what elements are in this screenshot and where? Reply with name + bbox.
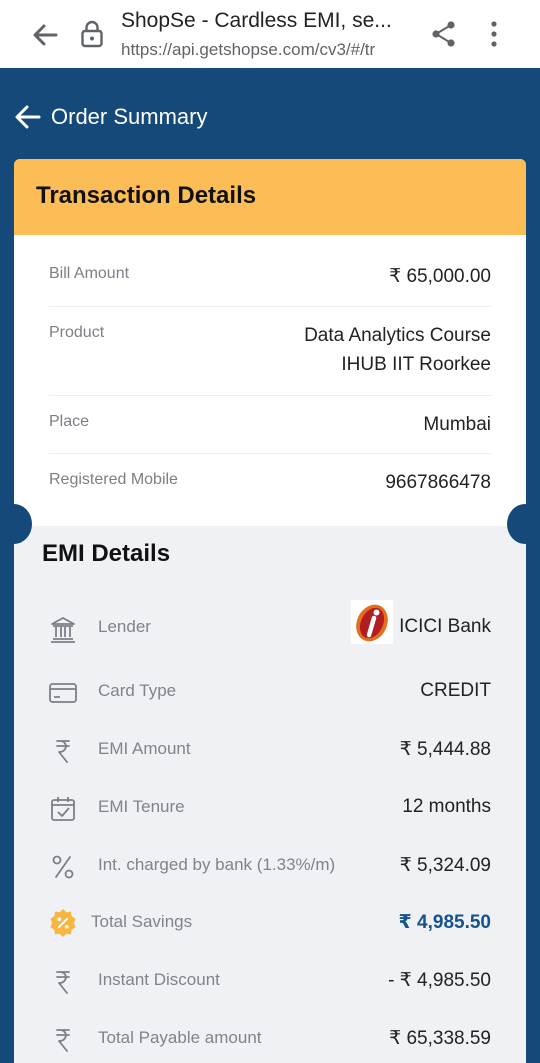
product-value-line2: IHUB IIT Roorkee — [341, 354, 491, 375]
bank-icon — [51, 617, 75, 643]
discount-badge-icon — [50, 909, 76, 937]
instant-discount-row: Instant Discount - ₹ 4,985.50 — [14, 967, 526, 1007]
browser-url[interactable]: https://api.getshopse.com/cv3/#/tr — [121, 40, 411, 60]
back-arrow-icon[interactable] — [30, 20, 60, 50]
interest-value: ₹ 5,324.09 — [399, 855, 491, 876]
emi-tenure-label: EMI Tenure — [98, 797, 185, 816]
more-options-icon[interactable] — [486, 20, 502, 48]
transaction-details-title: Transaction Details — [36, 182, 257, 209]
percent-icon — [52, 855, 74, 879]
card-type-row: Card Type CREDIT — [14, 678, 526, 718]
instant-discount-value: - ₹ 4,985.50 — [388, 970, 491, 991]
interest-row: Int. charged by bank (1.33%/m) ₹ 5,324.0… — [14, 852, 526, 892]
calendar-icon — [51, 797, 75, 821]
emi-details-title: EMI Details — [42, 540, 171, 567]
product-label: Product — [49, 324, 105, 341]
emi-details-section: EMI Details Lender ICICI Bank Card Type … — [14, 526, 526, 1063]
total-payable-row: Total Payable amount ₹ 65,338.59 — [14, 1025, 526, 1063]
emi-tenure-value: 12 months — [402, 796, 491, 817]
registered-mobile-value: 9667866478 — [385, 472, 491, 493]
total-savings-label: Total Savings — [91, 912, 193, 931]
place-row: Place Mumbai — [49, 396, 491, 454]
emi-tenure-row: EMI Tenure 12 months — [14, 794, 526, 834]
lock-icon[interactable] — [80, 20, 104, 48]
rupee-icon — [56, 971, 70, 994]
total-savings-row: Total Savings ₹ 4,985.50 — [14, 909, 526, 949]
bill-amount-value: ₹ 65,000.00 — [389, 266, 491, 287]
lender-value: ICICI Bank — [399, 616, 491, 637]
total-payable-label: Total Payable amount — [98, 1028, 262, 1047]
place-value: Mumbai — [423, 414, 491, 435]
instant-discount-label: Instant Discount — [98, 970, 220, 989]
emi-amount-label: EMI Amount — [98, 739, 191, 758]
icici-bank-logo — [351, 600, 393, 644]
rupee-icon — [56, 740, 70, 763]
rupee-icon — [56, 1029, 70, 1052]
share-icon[interactable] — [431, 20, 457, 48]
card-type-label: Card Type — [98, 681, 177, 700]
ticket-notch-right — [507, 504, 540, 544]
card-type-value: CREDIT — [420, 680, 491, 701]
total-savings-value: ₹ 4,985.50 — [398, 912, 491, 933]
emi-amount-value: ₹ 5,444.88 — [399, 739, 491, 760]
total-payable-value: ₹ 65,338.59 — [389, 1028, 491, 1049]
product-row: Product Data Analytics Course IHUB IIT R… — [49, 307, 491, 396]
bill-amount-row: Bill Amount ₹ 65,000.00 — [49, 246, 491, 307]
emi-amount-row: EMI Amount ₹ 5,444.88 — [14, 736, 526, 776]
registered-mobile-label: Registered Mobile — [49, 471, 178, 488]
browser-page-title[interactable]: ShopSe - Cardless EMI, se... — [121, 9, 413, 33]
browser-toolbar: ShopSe - Cardless EMI, se... https://api… — [0, 0, 540, 68]
lender-label: Lender — [98, 617, 151, 636]
card-icon — [49, 683, 77, 703]
order-summary-card: Transaction Details Bill Amount ₹ 65,000… — [14, 159, 526, 1063]
back-arrow-icon[interactable] — [14, 104, 42, 130]
registered-mobile-row: Registered Mobile 9667866478 — [49, 454, 491, 526]
app-header: Order Summary — [0, 68, 540, 160]
place-label: Place — [49, 413, 90, 430]
transaction-details-header: Transaction Details — [14, 159, 526, 235]
bill-amount-label: Bill Amount — [49, 265, 130, 282]
lender-row: Lender ICICI Bank — [14, 600, 526, 654]
interest-label: Int. charged by bank (1.33%/m) — [98, 855, 336, 874]
page-title: Order Summary — [51, 104, 208, 129]
product-value-line1: Data Analytics Course — [304, 325, 491, 346]
